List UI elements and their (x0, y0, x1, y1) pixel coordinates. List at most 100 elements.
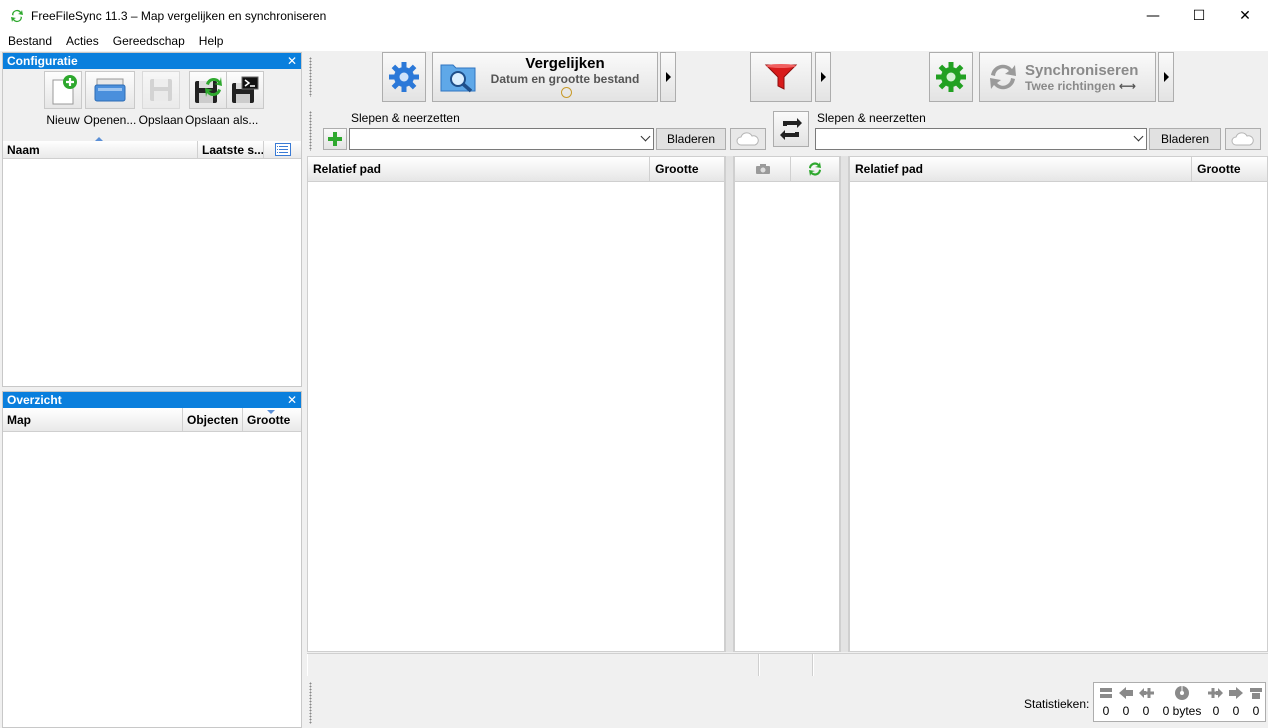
overview-pane-title: Overzicht (7, 393, 62, 407)
new-config-label: Nieuw (46, 113, 80, 127)
statistics-panel: Statistieken: 0 0 0 0 bytes 0 0 0 (307, 677, 1268, 728)
sync-action-icon (809, 162, 821, 176)
window-title: FreeFileSync 11.3 – Map vergelijken en s… (31, 8, 327, 23)
open-config-label: Openen... (83, 113, 137, 127)
right-folder-path-input[interactable] (815, 128, 1147, 150)
middle-action-grid[interactable] (734, 156, 840, 652)
left-drop-label: Slepen & neerzetten (351, 111, 460, 125)
menu-gereedschap[interactable]: Gereedschap (106, 34, 192, 48)
middle-grid-header (735, 157, 839, 182)
menu-acties[interactable]: Acties (59, 34, 106, 48)
menu-bestand[interactable]: Bestand (1, 34, 59, 48)
save-as-label: Opslaan als... (185, 113, 259, 127)
sync-action-column[interactable] (791, 157, 839, 181)
main-toolbar: Vergelijken Datum en grootte bestand Syn… (307, 51, 1268, 105)
stat-data-size-value: 0 bytes (1162, 704, 1202, 718)
sync-variant: Twee richtingen ⟷ (1025, 79, 1138, 93)
stat-create-right: 0 (1206, 683, 1226, 718)
plus-right-icon (1208, 688, 1223, 698)
save-as-batch-button[interactable] (225, 69, 265, 113)
menu-help[interactable]: Help (192, 34, 231, 48)
left-grid-header: Relatief pad Grootte (308, 157, 724, 182)
chevron-down-icon[interactable] (1133, 131, 1144, 142)
config-toolbar: Nieuw Openen... Opslaan Opslaan als... (3, 69, 301, 141)
swap-sides-icon (780, 118, 802, 140)
create-left-icon (1100, 688, 1112, 698)
toolbar-grip[interactable] (309, 57, 312, 97)
stat-update-left-value: 0 (1122, 704, 1130, 718)
compare-dropdown-button[interactable] (660, 52, 676, 102)
compare-gear-icon (389, 62, 419, 92)
open-config-button[interactable]: Openen... (83, 69, 137, 127)
status-bar (307, 653, 1268, 676)
config-pane-close-icon[interactable]: ✕ (287, 54, 297, 68)
menu-bar: Bestand Acties Gereedschap Help (0, 31, 1268, 51)
save-button[interactable]: Opslaan (138, 69, 184, 127)
compare-variant: Datum en grootte bestand (485, 72, 645, 100)
right-drop-label: Slepen & neerzetten (817, 111, 926, 125)
camera-icon (755, 164, 770, 174)
chevron-down-icon[interactable] (640, 131, 651, 142)
folder-row-grip[interactable] (309, 111, 312, 151)
right-browse-button[interactable]: Bladeren (1149, 128, 1221, 150)
chevron-right-icon (665, 72, 671, 82)
filter-funnel-icon (764, 64, 798, 90)
left-cloud-button[interactable] (730, 128, 766, 150)
stat-create-right-value: 0 (1212, 704, 1220, 718)
minimize-button[interactable]: — (1130, 0, 1176, 31)
stat-update-right-value: 0 (1232, 704, 1240, 718)
chevron-right-icon (1163, 72, 1169, 82)
overview-pane-header: Overzicht ✕ (3, 392, 301, 408)
sort-ascending-icon (95, 137, 103, 141)
right-cloud-button[interactable] (1225, 128, 1261, 150)
right-grid-header: Relatief pad Grootte (850, 157, 1267, 182)
synchronize-title: Synchroniseren (1025, 61, 1139, 79)
right-grid-splitter[interactable] (840, 156, 849, 652)
column-options-icon[interactable] (264, 141, 301, 158)
compare-button[interactable]: Vergelijken Datum en grootte bestand (432, 52, 658, 102)
save-as-icon (189, 71, 227, 109)
chevron-right-icon (820, 72, 826, 82)
stat-update-left: 0 (1116, 683, 1136, 718)
add-folder-pair-button[interactable] (323, 128, 347, 150)
column-map[interactable]: Map (3, 408, 183, 431)
close-button[interactable]: ✕ (1222, 0, 1268, 31)
filter-button[interactable] (750, 52, 812, 102)
sync-settings-button[interactable] (929, 52, 973, 102)
left-browse-button[interactable]: Bladeren (656, 128, 726, 150)
sync-arrows-icon (990, 64, 1016, 90)
config-pane-header: Configuratie ✕ (3, 53, 301, 69)
column-naam[interactable]: Naam (3, 141, 198, 158)
maximize-button[interactable]: ☐ (1176, 0, 1222, 31)
right-column-relative-path[interactable]: Relatief pad (850, 157, 1193, 181)
stat-delete-right: 0 (1246, 683, 1266, 718)
right-file-grid[interactable]: Relatief pad Grootte (849, 156, 1268, 652)
compare-folder-search-icon (440, 64, 476, 93)
title-bar: FreeFileSync 11.3 – Map vergelijken en s… (0, 0, 1268, 31)
compare-settings-button[interactable] (382, 52, 426, 102)
stat-data-size: 0 bytes (1160, 683, 1204, 718)
overview-pane: Overzicht ✕ Map Objecten Grootte (2, 391, 302, 728)
swap-sides-button[interactable] (773, 111, 809, 147)
left-file-grid[interactable]: Relatief pad Grootte (307, 156, 725, 652)
stat-create-left: 0 (1096, 683, 1116, 718)
compare-category-column[interactable] (735, 157, 791, 181)
status-left (307, 654, 759, 676)
right-column-size[interactable]: Grootte (1192, 157, 1267, 181)
filter-dropdown-button[interactable] (815, 52, 831, 102)
left-grid-splitter[interactable] (725, 156, 734, 652)
column-objecten[interactable]: Objecten (183, 408, 243, 431)
statistics-grip[interactable] (309, 682, 312, 724)
config-list-header: Naam Laatste s... (3, 141, 301, 159)
clock-icon (561, 86, 572, 98)
left-column-size[interactable]: Grootte (650, 157, 724, 181)
new-config-button[interactable]: Nieuw (43, 69, 83, 127)
delete-right-icon (1250, 688, 1262, 699)
synchronize-button[interactable]: Synchroniseren Twee richtingen ⟷ (979, 52, 1156, 102)
left-column-relative-path[interactable]: Relatief pad (308, 157, 651, 181)
sync-dropdown-button[interactable] (1158, 52, 1174, 102)
overview-pane-close-icon[interactable]: ✕ (287, 393, 297, 407)
left-folder-path-input[interactable] (349, 128, 654, 150)
stat-update-right: 0 (1226, 683, 1246, 718)
column-laatste-sync[interactable]: Laatste s... (198, 141, 264, 158)
